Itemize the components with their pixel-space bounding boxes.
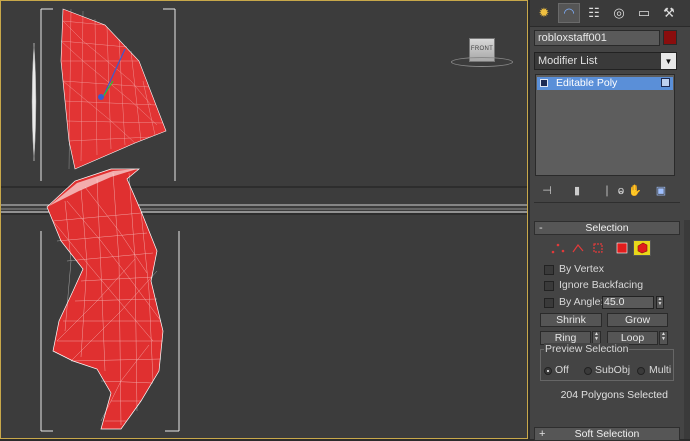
viewcube-ring[interactable] — [451, 57, 513, 67]
pin-stack-icon[interactable]: ⊣ — [538, 182, 556, 198]
stack-item-label: Editable Poly — [556, 77, 618, 89]
viewcube-label: FRONT — [470, 46, 494, 52]
by-vertex-checkbox[interactable] — [544, 265, 554, 275]
grow-button[interactable]: Grow — [607, 313, 668, 327]
modifier-list-label: Modifier List — [538, 55, 598, 67]
modifier-stack[interactable]: Editable Poly — [535, 74, 675, 176]
subobject-toggle-icon[interactable] — [540, 79, 548, 87]
command-panel: ✹ ◠ ☷ ◎ ▭ ⚒ robloxstaff001 Modifier List… — [530, 0, 690, 441]
object-color-swatch[interactable] — [663, 30, 677, 45]
preview-off-radio[interactable] — [544, 367, 552, 375]
object-name-field[interactable]: robloxstaff001 — [534, 30, 660, 46]
hierarchy-tab-icon[interactable]: ☷ — [583, 3, 605, 23]
command-panel-scrollbar[interactable] — [684, 220, 690, 439]
ignore-backfacing-label: Ignore Backfacing — [559, 279, 644, 291]
selection-status: 204 Polygons Selected — [560, 389, 668, 401]
element-icon[interactable] — [633, 240, 651, 256]
by-angle-checkbox[interactable] — [544, 298, 554, 308]
preview-multi-radio[interactable] — [637, 367, 645, 375]
polygon-icon[interactable] — [614, 241, 629, 255]
modify-tab-icon[interactable]: ◠ — [558, 3, 580, 23]
border-icon[interactable] — [590, 241, 605, 255]
motion-tab-icon[interactable]: ◎ — [608, 3, 630, 23]
angle-input[interactable]: 45.0 — [602, 296, 654, 309]
by-angle-label: By Angle: — [559, 296, 604, 308]
stack-item-editable-poly[interactable]: Editable Poly — [537, 77, 673, 90]
selection-title: Selection — [585, 222, 629, 234]
configure-modifier-sets-icon[interactable]: ✋ — [626, 182, 644, 198]
selected-mesh-upper — [60, 8, 167, 170]
command-panel-tabs: ✹ ◠ ☷ ◎ ▭ ⚒ — [530, 0, 690, 27]
soft-selection-title: Soft Selection — [574, 428, 640, 440]
chevron-down-icon[interactable]: ▼ — [661, 53, 676, 69]
utilities-tab-icon[interactable]: ⚒ — [658, 3, 680, 23]
configure-icon[interactable]: ▣ — [652, 182, 670, 198]
preview-multi-label: Multi — [649, 364, 672, 376]
viewport-scene — [1, 8, 527, 432]
preview-selection-group: Preview Selection Off SubObj Multi — [540, 343, 674, 381]
shrink-button[interactable]: Shrink — [540, 313, 602, 327]
create-tab-icon[interactable]: ✹ — [533, 3, 555, 23]
ignore-backfacing-checkbox[interactable] — [544, 281, 554, 291]
vertex-icon[interactable] — [550, 241, 565, 255]
stack-item-state-icon — [661, 78, 670, 87]
preview-selection-label: Preview Selection — [544, 343, 630, 355]
front-viewport[interactable]: FRONT — [0, 0, 528, 439]
divider — [534, 202, 680, 203]
edge-icon[interactable] — [570, 241, 585, 255]
preview-subobj-label: SubObj — [595, 364, 631, 376]
modifier-list-dropdown[interactable]: Modifier List ▼ — [534, 52, 677, 70]
preview-off-label: Off — [555, 364, 569, 376]
preview-subobj-radio[interactable] — [584, 367, 592, 375]
selection-rollout-header[interactable]: - Selection — [534, 221, 680, 235]
angle-spinner[interactable]: ▲ ▼ — [656, 296, 664, 309]
selection-rollout: - Selection By Vertex Ignore Backfacing … — [534, 221, 680, 421]
display-tab-icon[interactable]: ▭ — [633, 3, 655, 23]
show-end-result-icon[interactable]: ▮ — [568, 182, 586, 198]
by-vertex-label: By Vertex — [559, 263, 604, 275]
mesh-sliver — [31, 42, 37, 162]
loop-spinner[interactable]: ▲ ▼ — [659, 331, 668, 345]
selected-mesh-lower — [46, 168, 164, 430]
